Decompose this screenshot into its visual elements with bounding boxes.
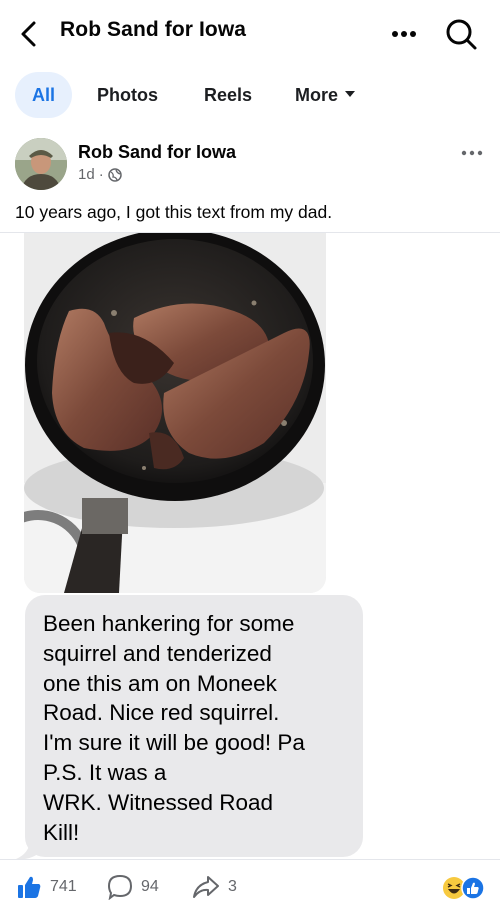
more-options-button[interactable] — [388, 20, 422, 48]
share-icon — [193, 876, 219, 898]
tab-label: More — [295, 85, 339, 105]
post-time[interactable]: 1d — [78, 166, 95, 183]
like-reaction-icon — [461, 876, 485, 900]
chevron-left-icon — [21, 21, 36, 47]
post-caption: 10 years ago, I got this text from my da… — [15, 202, 333, 222]
filter-tabs: All Photos Reels More — [0, 72, 500, 118]
globe-icon — [107, 167, 122, 182]
thumbs-up-icon — [18, 876, 41, 898]
squirrel-in-pan-photo — [24, 233, 326, 593]
text-message-bubble: Been hankering for some squirrel and ten… — [25, 595, 363, 857]
text-message: Been hankering for some squirrel and ten… — [43, 611, 305, 845]
tab-all[interactable]: All — [15, 72, 72, 118]
post-image[interactable]: Been hankering for some squirrel and ten… — [0, 233, 500, 860]
comment-count: 94 — [141, 878, 159, 895]
post-meta: 1d · — [78, 166, 122, 183]
like-count: 741 — [50, 878, 77, 895]
top-navigation-bar: Rob Sand for Iowa — [0, 0, 500, 68]
caret-down-icon — [345, 91, 356, 98]
search-button[interactable] — [443, 16, 479, 52]
post-options-button[interactable] — [459, 146, 485, 160]
comment-button[interactable]: 94 — [107, 874, 159, 900]
tab-label: Reels — [204, 85, 253, 105]
tab-label: Photos — [97, 85, 158, 105]
profile-photo — [15, 138, 67, 190]
post-header: Rob Sand for Iowa 1d · — [0, 130, 500, 200]
tab-label: All — [31, 85, 55, 105]
meta-separator: · — [98, 166, 104, 183]
comment-icon — [107, 874, 133, 900]
post-actions-bar: 741 94 3 — [0, 860, 500, 914]
more-horizontal-icon — [461, 150, 483, 156]
share-button[interactable]: 3 — [192, 874, 237, 900]
like-button[interactable]: 741 — [16, 874, 77, 900]
tab-reels[interactable]: Reels — [204, 72, 252, 118]
back-button[interactable] — [14, 17, 46, 51]
share-count: 3 — [228, 878, 237, 895]
page-title: Rob Sand for Iowa — [60, 18, 247, 41]
post-author[interactable]: Rob Sand for Iowa — [78, 142, 236, 163]
reaction-summary[interactable] — [442, 876, 486, 900]
tab-photos[interactable]: Photos — [97, 72, 158, 118]
avatar[interactable] — [15, 138, 67, 190]
more-horizontal-icon — [392, 31, 416, 37]
search-icon — [446, 19, 477, 50]
tab-more[interactable]: More — [295, 72, 356, 118]
